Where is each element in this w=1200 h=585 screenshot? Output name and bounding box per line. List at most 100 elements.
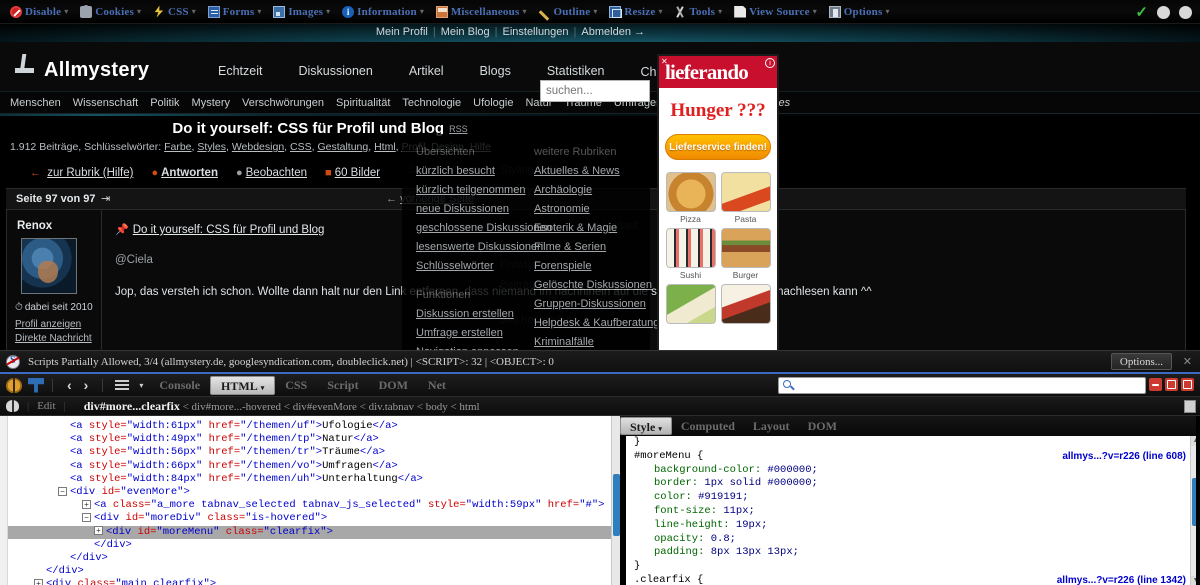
more-menu-item-right-5[interactable]: Forenspiele [534, 257, 636, 276]
firebug-menu-caret-icon[interactable]: ▾ [133, 381, 149, 390]
html-line[interactable]: − <div id="moreDiv" class="is-hovered"> [0, 512, 620, 525]
more-menu-item-right-8[interactable]: Helpdesk & Kaufberatung [534, 314, 659, 333]
html-line[interactable]: − <div id="evenMore"> [0, 486, 620, 499]
checkmark-icon[interactable]: ✓ [1135, 3, 1148, 22]
category-politik[interactable]: Politik [144, 97, 185, 109]
html-line[interactable]: + <a class="a_more tabnav_selected tabnav… [0, 499, 620, 512]
last-page-icon[interactable]: ⇥ [101, 192, 110, 205]
firebug-menu-icon[interactable] [115, 379, 130, 391]
css-property[interactable]: line-height: [634, 519, 736, 531]
nav-item-artikel[interactable]: Artikel [391, 64, 462, 79]
html-line[interactable]: <a style="width:56px" href="/themen/tr">… [0, 446, 620, 459]
css-tab-style[interactable]: Style ▾ [620, 417, 672, 435]
category-verschwörungen[interactable]: Verschwörungen [236, 97, 330, 109]
category-menschen[interactable]: Menschen [4, 97, 67, 109]
nav-item-echtzeit[interactable]: Echtzeit [200, 64, 280, 79]
html-panel[interactable]: <a style="width:61px" href="/themen/uf">… [0, 416, 620, 585]
watch-action[interactable]: ● Beobachten [236, 167, 307, 179]
firebug-close-button[interactable] [1181, 378, 1194, 391]
twisty-minus-icon[interactable]: − [82, 513, 91, 523]
css-property[interactable]: color: [634, 491, 698, 503]
html-source-code[interactable]: <a style="width:61px" href="/themen/uf">… [0, 416, 620, 585]
css-rule-line[interactable]: color: #919191; [626, 491, 1200, 505]
more-menu-item-right-3[interactable]: Esoterik & Magie [534, 219, 636, 238]
css-property[interactable]: border: [634, 477, 704, 489]
css-rule-line[interactable]: .clearfix {allmys...?v=r226 (line 1342) [626, 574, 1200, 585]
keyword-webdesign[interactable]: Webdesign [232, 141, 284, 153]
images-link[interactable]: 60 Bilder [335, 167, 380, 179]
css-value[interactable]: 1px solid #000000; [704, 477, 817, 489]
category-mystery[interactable]: Mystery [186, 97, 237, 109]
css-rule-line[interactable]: border: 1px solid #000000; [626, 477, 1200, 491]
more-menu-item-left-4[interactable]: lesenswerte Diskussionen [416, 238, 543, 257]
html-line[interactable]: </div> [0, 552, 620, 565]
html-line[interactable]: </div> [0, 539, 620, 552]
keyword-styles[interactable]: Styles [197, 141, 226, 153]
post-title-link[interactable]: Do it yourself: CSS für Profil und Blog [133, 224, 325, 236]
webdev-item-miscellaneous[interactable]: Miscellaneous ▾ [430, 1, 533, 23]
css-value[interactable]: 0.8; [711, 533, 736, 545]
firebug-tab-dom[interactable]: DOM [369, 376, 418, 395]
watch-link[interactable]: Beobachten [246, 167, 307, 179]
css-tab-computed[interactable]: Computed [672, 417, 744, 435]
ad-food-cell-1[interactable]: Pasta [720, 172, 771, 224]
lieferando-ad[interactable]: ✕ lieferando i Hunger ??? Lieferservice … [657, 54, 779, 350]
css-source-link[interactable]: allmys...?v=r226 (line 608) [1062, 450, 1186, 464]
noscript-icon[interactable] [6, 354, 20, 369]
ad-cta-button[interactable]: Lieferservice finden! [665, 134, 771, 160]
css-selector[interactable]: } [634, 436, 640, 448]
more-menu-item-right-0[interactable]: Aktuelles & News [534, 162, 636, 181]
rss-link[interactable]: RSS [449, 124, 468, 134]
webdev-item-options[interactable]: Options ▾ [823, 1, 896, 23]
more-menu-item-left-1[interactable]: kürzlich teilgenommen [416, 181, 526, 200]
ad-food-cell-0[interactable]: Pizza [665, 172, 716, 224]
chevron-down-icon[interactable]: ▾ [813, 7, 817, 16]
more-menu-item-left-0[interactable]: kürzlich besucht [416, 162, 526, 181]
more-menu-item-right-1[interactable]: Archäologie [534, 181, 636, 200]
keyword-html[interactable]: Html [374, 141, 396, 153]
more-menu-item-right-2[interactable]: Astronomie [534, 200, 636, 219]
breadcrumb-ancestors[interactable]: < div#more...-hovered < div#evenMore < d… [183, 401, 480, 413]
firebug-search-box[interactable] [778, 377, 1146, 394]
html-line[interactable]: + <div class="main clearfix"> [0, 578, 620, 585]
nav-forward-button[interactable]: › [78, 377, 95, 393]
webdev-item-tools[interactable]: Tools ▾ [668, 1, 728, 23]
keyword-farbe[interactable]: Farbe [164, 141, 191, 153]
webdev-item-images[interactable]: Images ▾ [267, 1, 336, 23]
firebug-tab-html[interactable]: HTML ▾ [210, 375, 276, 395]
css-rule-line[interactable]: padding: 8px 13px 13px; [626, 546, 1200, 560]
account-link-2[interactable]: Einstellungen [499, 26, 571, 38]
firebug-tab-net[interactable]: Net [418, 376, 456, 395]
more-menu-dropdown[interactable]: Übersichten kürzlich besucht kürzlich tei… [402, 134, 659, 350]
twisty-plus-icon[interactable]: + [34, 579, 43, 585]
css-tab-layout[interactable]: Layout [744, 417, 799, 435]
css-value[interactable]: 8px 13px 13px; [711, 546, 799, 558]
css-value[interactable]: 19px; [736, 519, 768, 531]
html-line[interactable]: + <div id="moreMenu" class="clearfix"> [0, 525, 620, 539]
webdev-item-css[interactable]: CSS ▾ [147, 1, 202, 23]
nav-item-statistiken[interactable]: Statistiken [529, 64, 623, 79]
chevron-down-icon[interactable]: ▾ [64, 7, 68, 16]
css-rule-line[interactable]: background-color: #000000; [626, 464, 1200, 478]
css-rule-line[interactable]: font-size: 11px; [626, 505, 1200, 519]
account-link-0[interactable]: Mein Profil [373, 26, 431, 38]
avatar[interactable] [21, 238, 77, 294]
more-menu-item-right-7[interactable]: Gruppen-Diskussionen [534, 295, 646, 314]
search-input[interactable] [540, 80, 650, 102]
css-property[interactable]: opacity: [634, 533, 711, 545]
more-menu-item-right-9[interactable]: Kriminalfälle [534, 333, 636, 350]
account-link-3[interactable]: Abmelden → [578, 26, 648, 38]
more-menu-func-2[interactable]: Navigation anpassen [416, 343, 526, 350]
chevron-down-icon[interactable]: ▾ [885, 7, 889, 16]
more-menu-item-right-6[interactable]: Gelöschte Diskussionen [534, 276, 652, 295]
css-value[interactable]: #919191; [698, 491, 748, 503]
css-rule-line[interactable]: opacity: 0.8; [626, 533, 1200, 547]
tab-caret-icon[interactable]: ▾ [261, 384, 265, 392]
category-ufologie[interactable]: Ufologie [467, 97, 519, 109]
noscript-close-icon[interactable]: ✕ [1183, 355, 1192, 368]
chevron-down-icon[interactable]: ▾ [522, 7, 526, 16]
more-menu-item-left-3[interactable]: geschlossene Diskussionen [416, 219, 552, 238]
css-selector[interactable]: } [634, 560, 640, 572]
keyword-css[interactable]: CSS [290, 141, 312, 153]
reply-link[interactable]: Antworten [161, 167, 218, 179]
